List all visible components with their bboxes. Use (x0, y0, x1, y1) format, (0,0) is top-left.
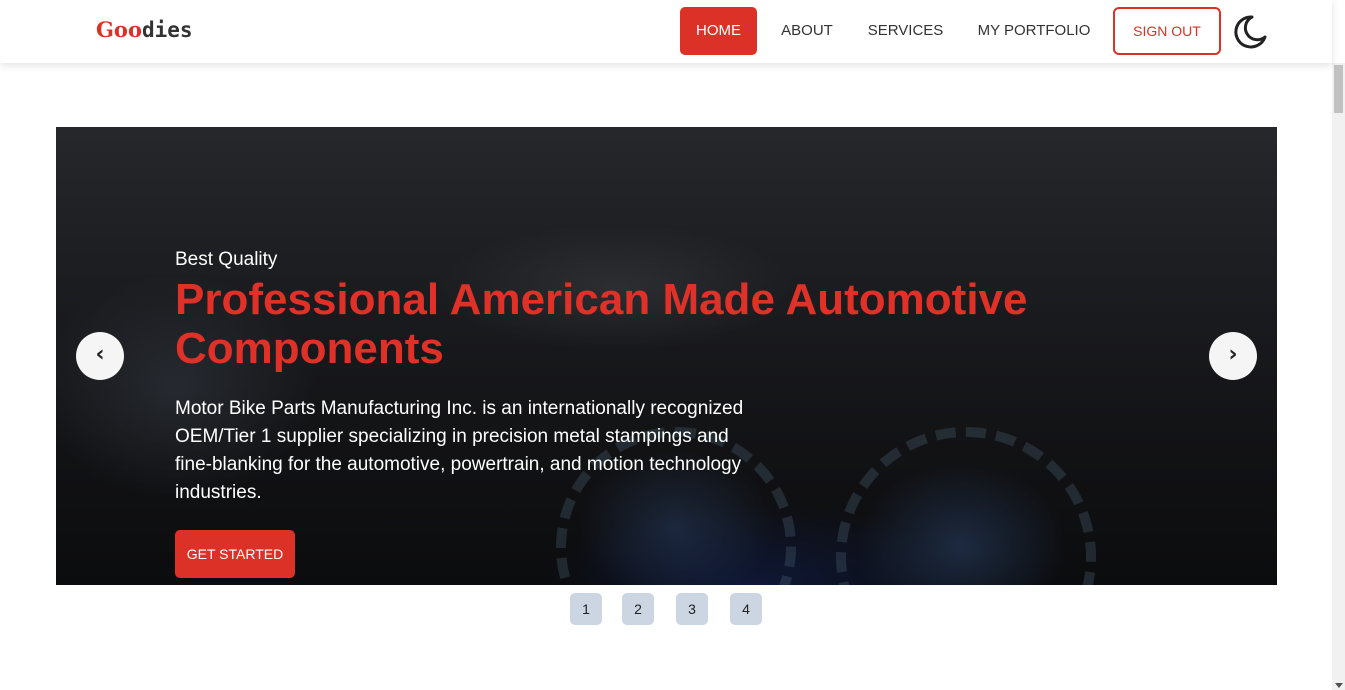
slide-page-2[interactable]: 2 (622, 593, 654, 625)
chevron-right-icon: › (1228, 342, 1238, 367)
logo-rest-text: dies (141, 18, 193, 42)
slider-prev-button[interactable]: ‹ (76, 332, 124, 380)
site-header: Goodies HOME ABOUT SERVICES MY PORTFOLIO… (0, 0, 1332, 63)
hero-kicker: Best Quality (175, 249, 278, 270)
nav-my-portfolio[interactable]: MY PORTFOLIO (968, 7, 1100, 55)
slide-page-3[interactable]: 3 (676, 593, 708, 625)
get-started-button[interactable]: GET STARTED (175, 530, 295, 578)
nav-services[interactable]: SERVICES (860, 7, 951, 55)
chevron-left-icon: ‹ (95, 342, 105, 367)
sign-out-button[interactable]: SIGN OUT (1113, 7, 1221, 55)
hero-slider: Best Quality Professional American Made … (56, 127, 1277, 585)
slide-page-4[interactable]: 4 (730, 593, 762, 625)
hero-headline: Professional American Made Automotive Co… (175, 275, 1028, 373)
nav-home[interactable]: HOME (680, 7, 757, 55)
hero-description: Motor Bike Parts Manufacturing Inc. is a… (175, 398, 744, 503)
scroll-down-arrow-icon[interactable] (1335, 683, 1343, 688)
nav-about[interactable]: ABOUT (769, 7, 845, 55)
moon-icon[interactable] (1230, 13, 1268, 51)
slider-pagination: 1 2 3 4 (0, 593, 1332, 625)
slider-next-button[interactable]: › (1209, 332, 1257, 380)
site-logo[interactable]: Goodies (96, 17, 193, 42)
slide-page-1[interactable]: 1 (570, 593, 602, 625)
scrollbar-thumb[interactable] (1334, 65, 1343, 113)
logo-accent-text: Goo (96, 17, 142, 42)
page-scrollbar[interactable] (1332, 63, 1345, 690)
